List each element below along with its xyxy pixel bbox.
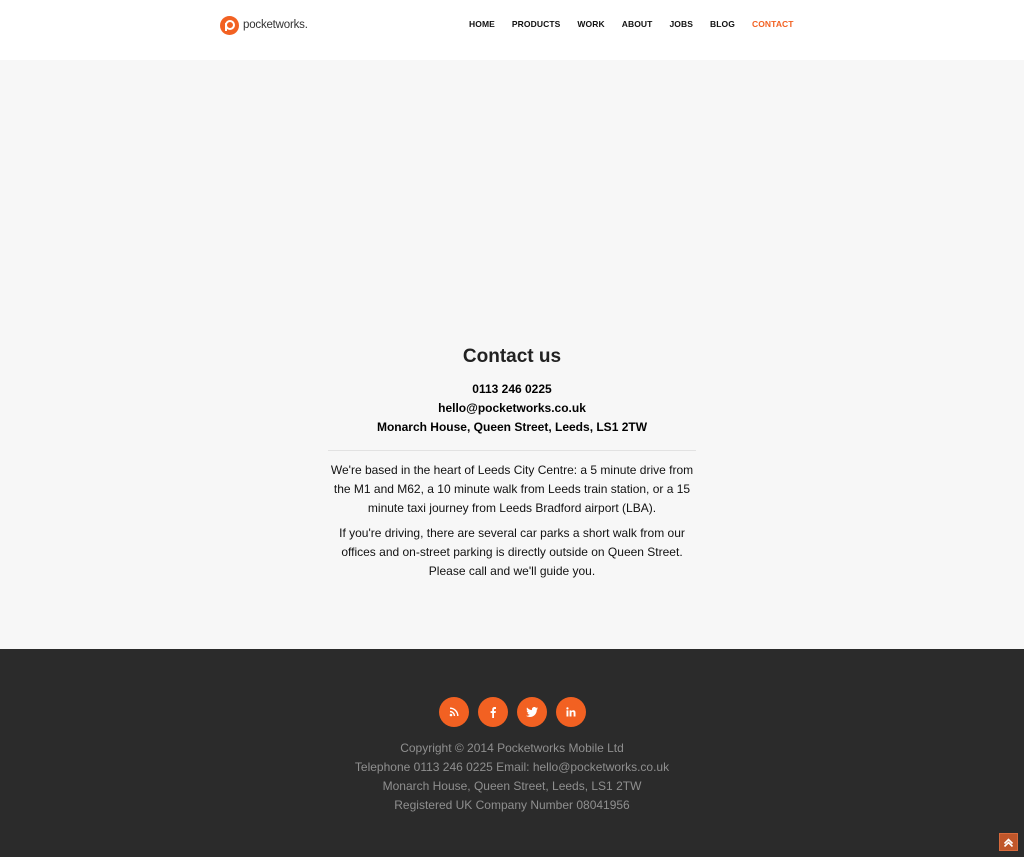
facebook-icon [490, 706, 496, 718]
logo-link[interactable]: pocketworks. [220, 15, 308, 35]
pocketworks-logo-icon [220, 15, 239, 35]
contact-address: Monarch House, Queen Street, Leeds, LS1 … [376, 420, 648, 434]
linkedin-icon [566, 707, 576, 717]
footer-copyright: Copyright © 2014 Pocketworks Mobile Ltd [400, 741, 624, 755]
directions-paragraph: We're based in the heart of Leeds City C… [330, 463, 694, 515]
contact-phone[interactable]: 0113 246 0225 [328, 380, 696, 399]
chevron-up-icon [1003, 838, 1014, 847]
nav-home[interactable]: HOME [469, 19, 495, 29]
social-links [439, 697, 586, 727]
nav-contact[interactable]: CONTACT [752, 19, 794, 29]
nav-blog[interactable]: BLOG [710, 19, 735, 29]
divider [328, 450, 696, 451]
nav-products[interactable]: PRODUCTS [512, 19, 561, 29]
nav-work[interactable]: WORK [577, 19, 604, 29]
parking-paragraph: If you're driving, there are several car… [339, 526, 685, 578]
footer-telephone: Telephone 0113 246 0225 Email: hello@poc… [354, 760, 670, 774]
twitter-icon [526, 707, 538, 717]
footer-address: Monarch House, Queen Street, Leeds, LS1 … [382, 779, 642, 793]
nav-jobs[interactable]: JOBS [669, 19, 693, 29]
nav-about[interactable]: ABOUT [622, 19, 653, 29]
map-area [0, 60, 1024, 320]
rss-icon [449, 707, 459, 717]
site-header: pocketworks. HOME PRODUCTS WORK ABOUT JO… [0, 0, 1024, 60]
rss-button[interactable] [439, 697, 469, 727]
site-footer: Copyright © 2014 Pocketworks Mobile Ltd … [0, 649, 1024, 857]
brand-name: pocketworks. [243, 19, 308, 31]
footer-company-number: Registered UK Company Number 08041956 [394, 798, 630, 812]
footer-info: Copyright © 2014 Pocketworks Mobile Ltd … [0, 739, 1024, 815]
page-title: Contact us [462, 346, 562, 367]
twitter-button[interactable] [517, 697, 547, 727]
main-nav: HOME PRODUCTS WORK ABOUT JOBS BLOG CONTA… [469, 19, 794, 29]
facebook-button[interactable] [478, 697, 508, 727]
back-to-top-button[interactable] [999, 833, 1018, 851]
contact-section: Contact us 0113 246 0225 hello@pocketwor… [328, 344, 696, 587]
contact-email[interactable]: hello@pocketworks.co.uk [328, 399, 696, 418]
linkedin-button[interactable] [556, 697, 586, 727]
